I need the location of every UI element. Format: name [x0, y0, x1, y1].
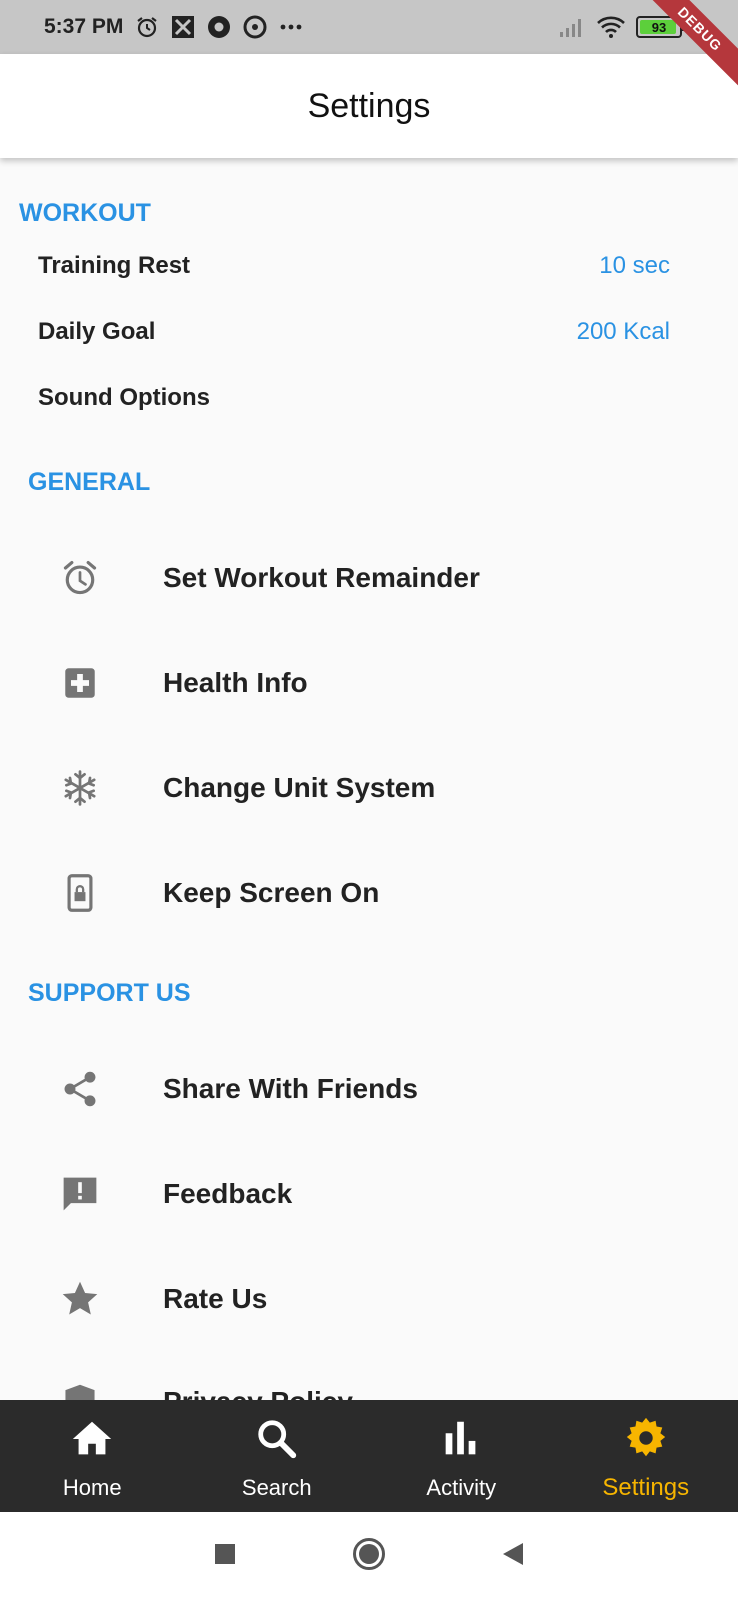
setting-label: Rate Us — [163, 1283, 268, 1314]
setting-unit-system[interactable]: Change Unit System — [0, 738, 738, 838]
home-button[interactable] — [352, 1537, 386, 1576]
setting-label: Change Unit System — [163, 772, 436, 803]
wifi-icon — [596, 15, 626, 39]
setting-label: Privacy Policy — [163, 1386, 353, 1400]
bottom-navigation: Home Search Activity Settings — [0, 1400, 738, 1512]
vpn-icon — [243, 15, 267, 39]
status-bar: 5:37 PM 93 DEBUG — [0, 0, 738, 95]
gear-icon — [623, 1415, 669, 1466]
setting-workout-reminder[interactable]: Set Workout Remainder — [0, 528, 738, 628]
screen-lock-icon — [58, 871, 102, 915]
setting-keep-screen-on[interactable]: Keep Screen On — [0, 843, 738, 943]
nav-label: Home — [62, 1474, 122, 1500]
page-title: Settings — [307, 86, 431, 125]
setting-value: 200 Kcal — [576, 318, 670, 345]
setting-feedback[interactable]: Feedback — [0, 1144, 738, 1244]
setting-label: Keep Screen On — [163, 877, 380, 908]
status-time: 5:37 PM — [44, 15, 124, 38]
home-icon — [69, 1416, 115, 1467]
shield-icon — [58, 1380, 102, 1400]
setting-privacy-policy[interactable]: Privacy Policy — [0, 1352, 738, 1400]
section-header-workout: WORKOUT — [19, 199, 151, 227]
nav-label: Activity — [426, 1474, 497, 1500]
share-icon — [58, 1067, 102, 1111]
app-bar: Settings — [0, 54, 738, 158]
setting-label: Feedback — [163, 1178, 293, 1209]
setting-label: Share With Friends — [163, 1073, 418, 1104]
setting-value: 10 sec — [599, 252, 670, 279]
back-button[interactable] — [501, 1541, 525, 1572]
nav-home[interactable]: Home — [0, 1400, 185, 1512]
bar-chart-icon — [438, 1416, 484, 1467]
system-navigation-bar — [0, 1512, 738, 1600]
star-icon — [58, 1277, 102, 1321]
nav-activity[interactable]: Activity — [369, 1400, 554, 1512]
signal-icon — [558, 15, 586, 39]
section-header-general: GENERAL — [28, 468, 151, 496]
feedback-icon — [58, 1172, 102, 1216]
search-icon — [254, 1416, 300, 1467]
more-notifications-icon — [279, 15, 303, 39]
alarm-clock-icon — [135, 15, 159, 39]
nav-search[interactable]: Search — [185, 1400, 370, 1512]
nav-label: Search — [241, 1474, 312, 1500]
setting-label: Health Info — [163, 667, 308, 698]
recent-apps-button[interactable] — [213, 1542, 237, 1571]
setting-label: Sound Options — [38, 384, 210, 411]
snowflake-icon — [58, 766, 102, 810]
setting-rate-us[interactable]: Rate Us — [0, 1249, 738, 1349]
setting-label: Training Rest — [38, 252, 191, 279]
setting-label: Daily Goal — [38, 318, 156, 345]
setting-label: Set Workout Remainder — [163, 562, 480, 593]
nav-label: Settings — [602, 1473, 690, 1501]
nav-settings[interactable]: Settings — [554, 1400, 738, 1512]
setting-training-rest[interactable]: Training Rest 10 sec — [0, 234, 738, 298]
medical-cross-icon — [58, 661, 102, 705]
setting-sound-options[interactable]: Sound Options — [0, 366, 738, 430]
app-notification-icon — [171, 15, 195, 39]
section-header-support: SUPPORT US — [28, 979, 191, 1007]
setting-daily-goal[interactable]: Daily Goal 200 Kcal — [0, 300, 738, 364]
setting-health-info[interactable]: Health Info — [0, 633, 738, 733]
privacy-row-inner: Privacy Policy — [0, 1352, 738, 1400]
battery-level: 93 — [651, 19, 667, 35]
setting-share[interactable]: Share With Friends — [0, 1039, 738, 1139]
chrome-icon — [207, 15, 231, 39]
alarm-icon — [58, 556, 102, 600]
